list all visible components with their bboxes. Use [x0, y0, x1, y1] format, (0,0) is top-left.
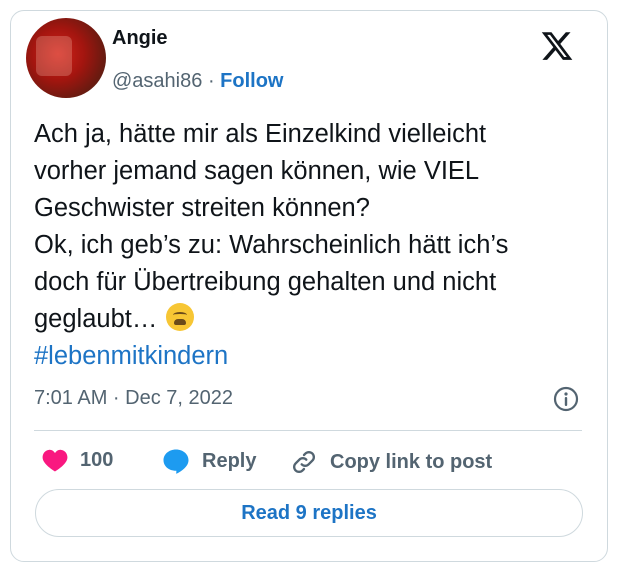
read-replies-button[interactable]: Read 9 replies	[35, 489, 583, 537]
copy-link-label: Copy link to post	[330, 450, 493, 473]
author-name[interactable]: Angie	[112, 27, 168, 50]
tweet-line-last: geglaubt…	[34, 301, 594, 338]
like-button[interactable]: 100	[42, 448, 113, 472]
reply-label: Reply	[202, 449, 257, 472]
follow-button[interactable]: Follow	[220, 70, 283, 92]
separator-dot: ·	[207, 70, 215, 92]
weary-face-emoji-icon	[166, 303, 195, 331]
divider	[34, 430, 582, 431]
like-count: 100	[80, 448, 114, 471]
read-replies-label: Read 9 replies	[241, 501, 377, 524]
heart-icon	[42, 449, 68, 472]
tweet-line: Ach ja, hätte mir als Einzelkind viellei…	[34, 120, 487, 148]
hashtag-link[interactable]: #lebenmitkindern	[34, 342, 228, 370]
link-icon	[293, 451, 315, 473]
tweet-line: vorher jemand sagen können, wie VIEL	[34, 157, 480, 185]
tweet-line: doch für Übertreibung gehalten und nicht	[34, 268, 497, 296]
x-logo-icon[interactable]	[540, 29, 574, 63]
timestamp[interactable]: 7:01 AM · Dec 7, 2022	[34, 387, 233, 410]
tweet-line: geglaubt…	[34, 305, 158, 333]
info-icon[interactable]	[553, 386, 579, 412]
author-handle[interactable]: @asahi86	[112, 70, 202, 92]
author-handle-row: @asahi86 · Follow	[112, 70, 284, 93]
tweet-text: Ach ja, hätte mir als Einzelkind viellei…	[34, 116, 594, 375]
reply-button[interactable]: Reply	[162, 448, 256, 474]
tweet-line: Geschwister streiten können?	[34, 194, 370, 222]
tweet-line: Ok, ich geb’s zu: Wahrscheinlich hätt ic…	[34, 231, 509, 259]
copy-link-button[interactable]: Copy link to post	[290, 448, 492, 476]
speech-bubble-icon	[163, 449, 189, 474]
avatar[interactable]	[26, 18, 106, 98]
